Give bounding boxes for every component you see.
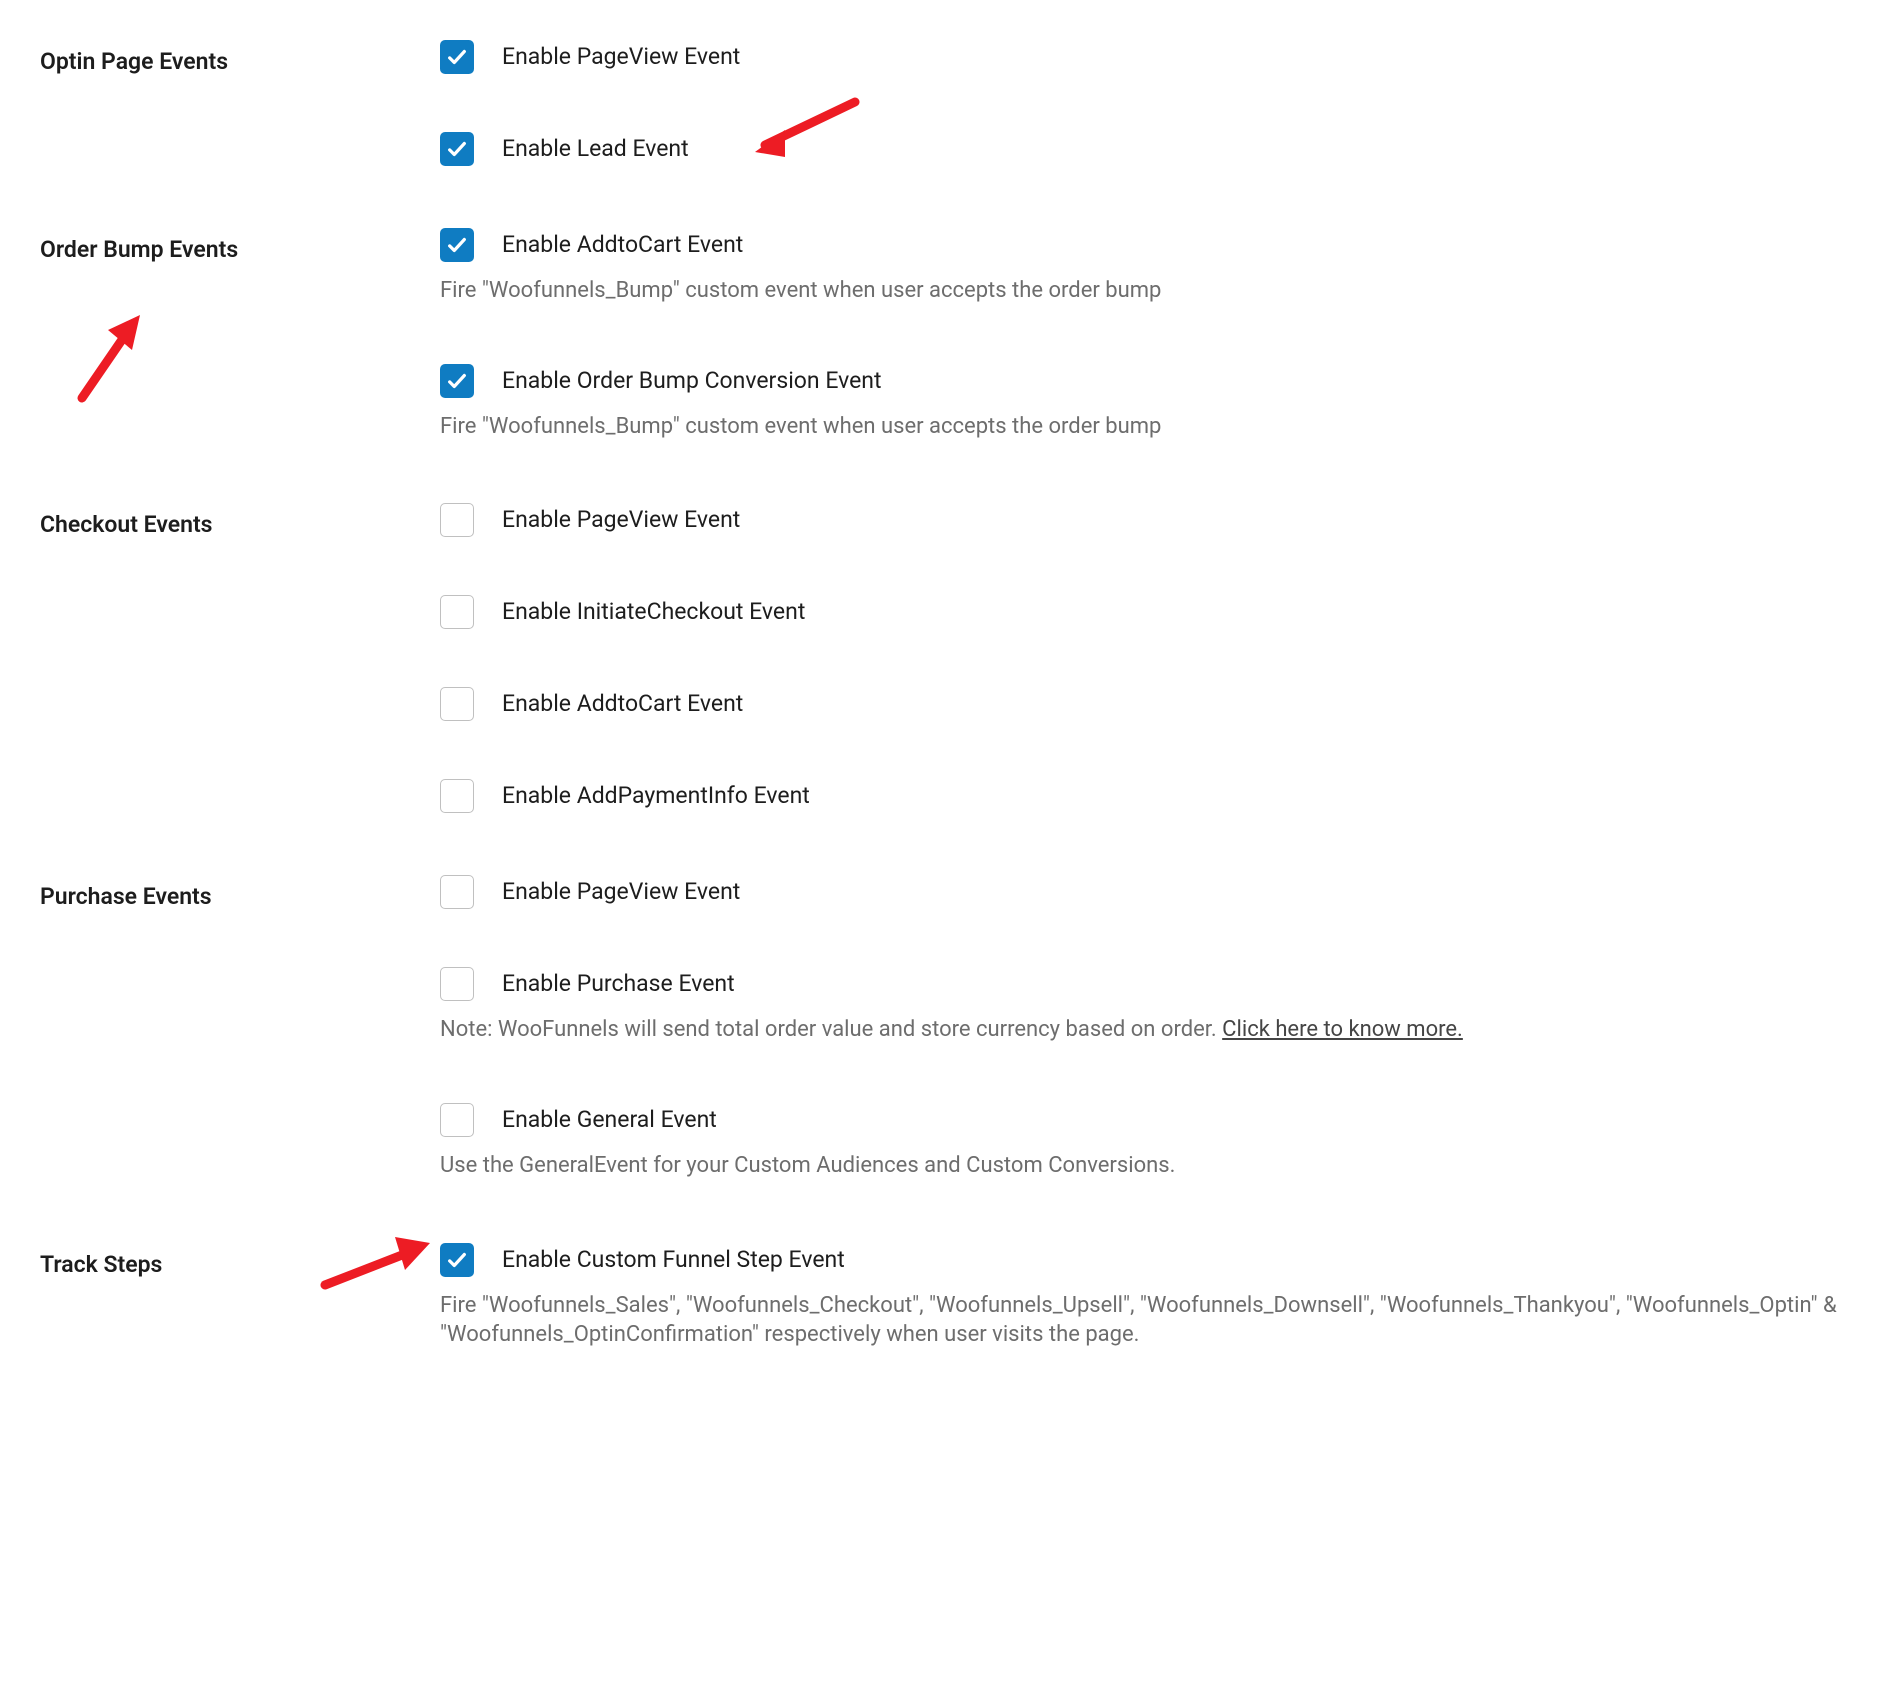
link-purchase-know-more[interactable]: Click here to know more. <box>1222 1017 1463 1042</box>
checkbox-purchase-general[interactable] <box>440 1103 474 1137</box>
field-checkout-addpaymentinfo: Enable AddPaymentInfo Event <box>440 779 1840 813</box>
checkbox-purchase-purchase[interactable] <box>440 967 474 1001</box>
label-orderbump-conversion[interactable]: Enable Order Bump Conversion Event <box>502 365 882 397</box>
fields-orderbump: Enable AddtoCart Event Fire "Woofunnels_… <box>440 228 1840 483</box>
checkbox-orderbump-conversion[interactable] <box>440 364 474 398</box>
settings-form: Optin Page Events Enable PageView Event … <box>40 40 1840 1350</box>
checkbox-purchase-pageview[interactable] <box>440 875 474 909</box>
fields-purchase: Enable PageView Event Enable Purchase Ev… <box>440 875 1840 1222</box>
field-orderbump-conversion: Enable Order Bump Conversion Event Fire … <box>440 364 1840 442</box>
field-purchase-purchase: Enable Purchase Event Note: WooFunnels w… <box>440 967 1840 1045</box>
label-orderbump-addtocart[interactable]: Enable AddtoCart Event <box>502 229 743 261</box>
label-checkout-addtocart[interactable]: Enable AddtoCart Event <box>502 688 743 720</box>
checkbox-optin-lead[interactable] <box>440 132 474 166</box>
field-checkout-addtocart: Enable AddtoCart Event <box>440 687 1840 721</box>
field-tracksteps-custom: Enable Custom Funnel Step Event Fire "Wo… <box>440 1243 1840 1350</box>
fields-tracksteps: Enable Custom Funnel Step Event Fire "Wo… <box>440 1243 1840 1350</box>
section-label-purchase: Purchase Events <box>40 875 440 913</box>
desc-orderbump-addtocart: Fire "Woofunnels_Bump" custom event when… <box>440 276 1840 306</box>
field-purchase-general: Enable General Event Use the GeneralEven… <box>440 1103 1840 1181</box>
label-checkout-pageview[interactable]: Enable PageView Event <box>502 504 740 536</box>
section-purchase: Purchase Events Enable PageView Event En… <box>40 875 1840 1222</box>
section-label-tracksteps: Track Steps <box>40 1243 440 1281</box>
section-tracksteps: Track Steps Enable Custom Funnel Step Ev… <box>40 1243 1840 1350</box>
label-purchase-general[interactable]: Enable General Event <box>502 1104 717 1136</box>
field-checkout-initiatecheckout: Enable InitiateCheckout Event <box>440 595 1840 629</box>
checkbox-checkout-initiatecheckout[interactable] <box>440 595 474 629</box>
field-purchase-pageview: Enable PageView Event <box>440 875 1840 909</box>
field-optin-pageview: Enable PageView Event <box>440 40 1840 74</box>
section-label-checkout: Checkout Events <box>40 503 440 541</box>
label-optin-lead[interactable]: Enable Lead Event <box>502 133 689 165</box>
label-checkout-addpaymentinfo[interactable]: Enable AddPaymentInfo Event <box>502 780 810 812</box>
label-checkout-initiatecheckout[interactable]: Enable InitiateCheckout Event <box>502 596 805 628</box>
label-optin-pageview[interactable]: Enable PageView Event <box>502 41 740 73</box>
label-purchase-purchase[interactable]: Enable Purchase Event <box>502 968 735 1000</box>
label-purchase-pageview[interactable]: Enable PageView Event <box>502 876 740 908</box>
field-orderbump-addtocart: Enable AddtoCart Event Fire "Woofunnels_… <box>440 228 1840 306</box>
checkbox-orderbump-addtocart[interactable] <box>440 228 474 262</box>
label-tracksteps-custom[interactable]: Enable Custom Funnel Step Event <box>502 1244 845 1276</box>
section-orderbump: Order Bump Events Enable AddtoCart Event… <box>40 228 1840 483</box>
desc-purchase-purchase: Note: WooFunnels will send total order v… <box>440 1015 1840 1045</box>
checkbox-checkout-pageview[interactable] <box>440 503 474 537</box>
field-checkout-pageview: Enable PageView Event <box>440 503 1840 537</box>
checkbox-checkout-addpaymentinfo[interactable] <box>440 779 474 813</box>
checkbox-optin-pageview[interactable] <box>440 40 474 74</box>
checkbox-checkout-addtocart[interactable] <box>440 687 474 721</box>
desc-tracksteps-custom: Fire "Woofunnels_Sales", "Woofunnels_Che… <box>440 1291 1840 1350</box>
section-label-optin: Optin Page Events <box>40 40 440 78</box>
desc-purchase-purchase-text: Note: WooFunnels will send total order v… <box>440 1017 1222 1042</box>
section-label-orderbump: Order Bump Events <box>40 228 440 266</box>
section-optin: Optin Page Events Enable PageView Event … <box>40 40 1840 208</box>
desc-orderbump-conversion: Fire "Woofunnels_Bump" custom event when… <box>440 412 1840 442</box>
fields-checkout: Enable PageView Event Enable InitiateChe… <box>440 503 1840 855</box>
field-optin-lead: Enable Lead Event <box>440 132 1840 166</box>
fields-optin: Enable PageView Event Enable Lead Event <box>440 40 1840 208</box>
checkbox-tracksteps-custom[interactable] <box>440 1243 474 1277</box>
desc-purchase-general: Use the GeneralEvent for your Custom Aud… <box>440 1151 1840 1181</box>
section-checkout: Checkout Events Enable PageView Event En… <box>40 503 1840 855</box>
